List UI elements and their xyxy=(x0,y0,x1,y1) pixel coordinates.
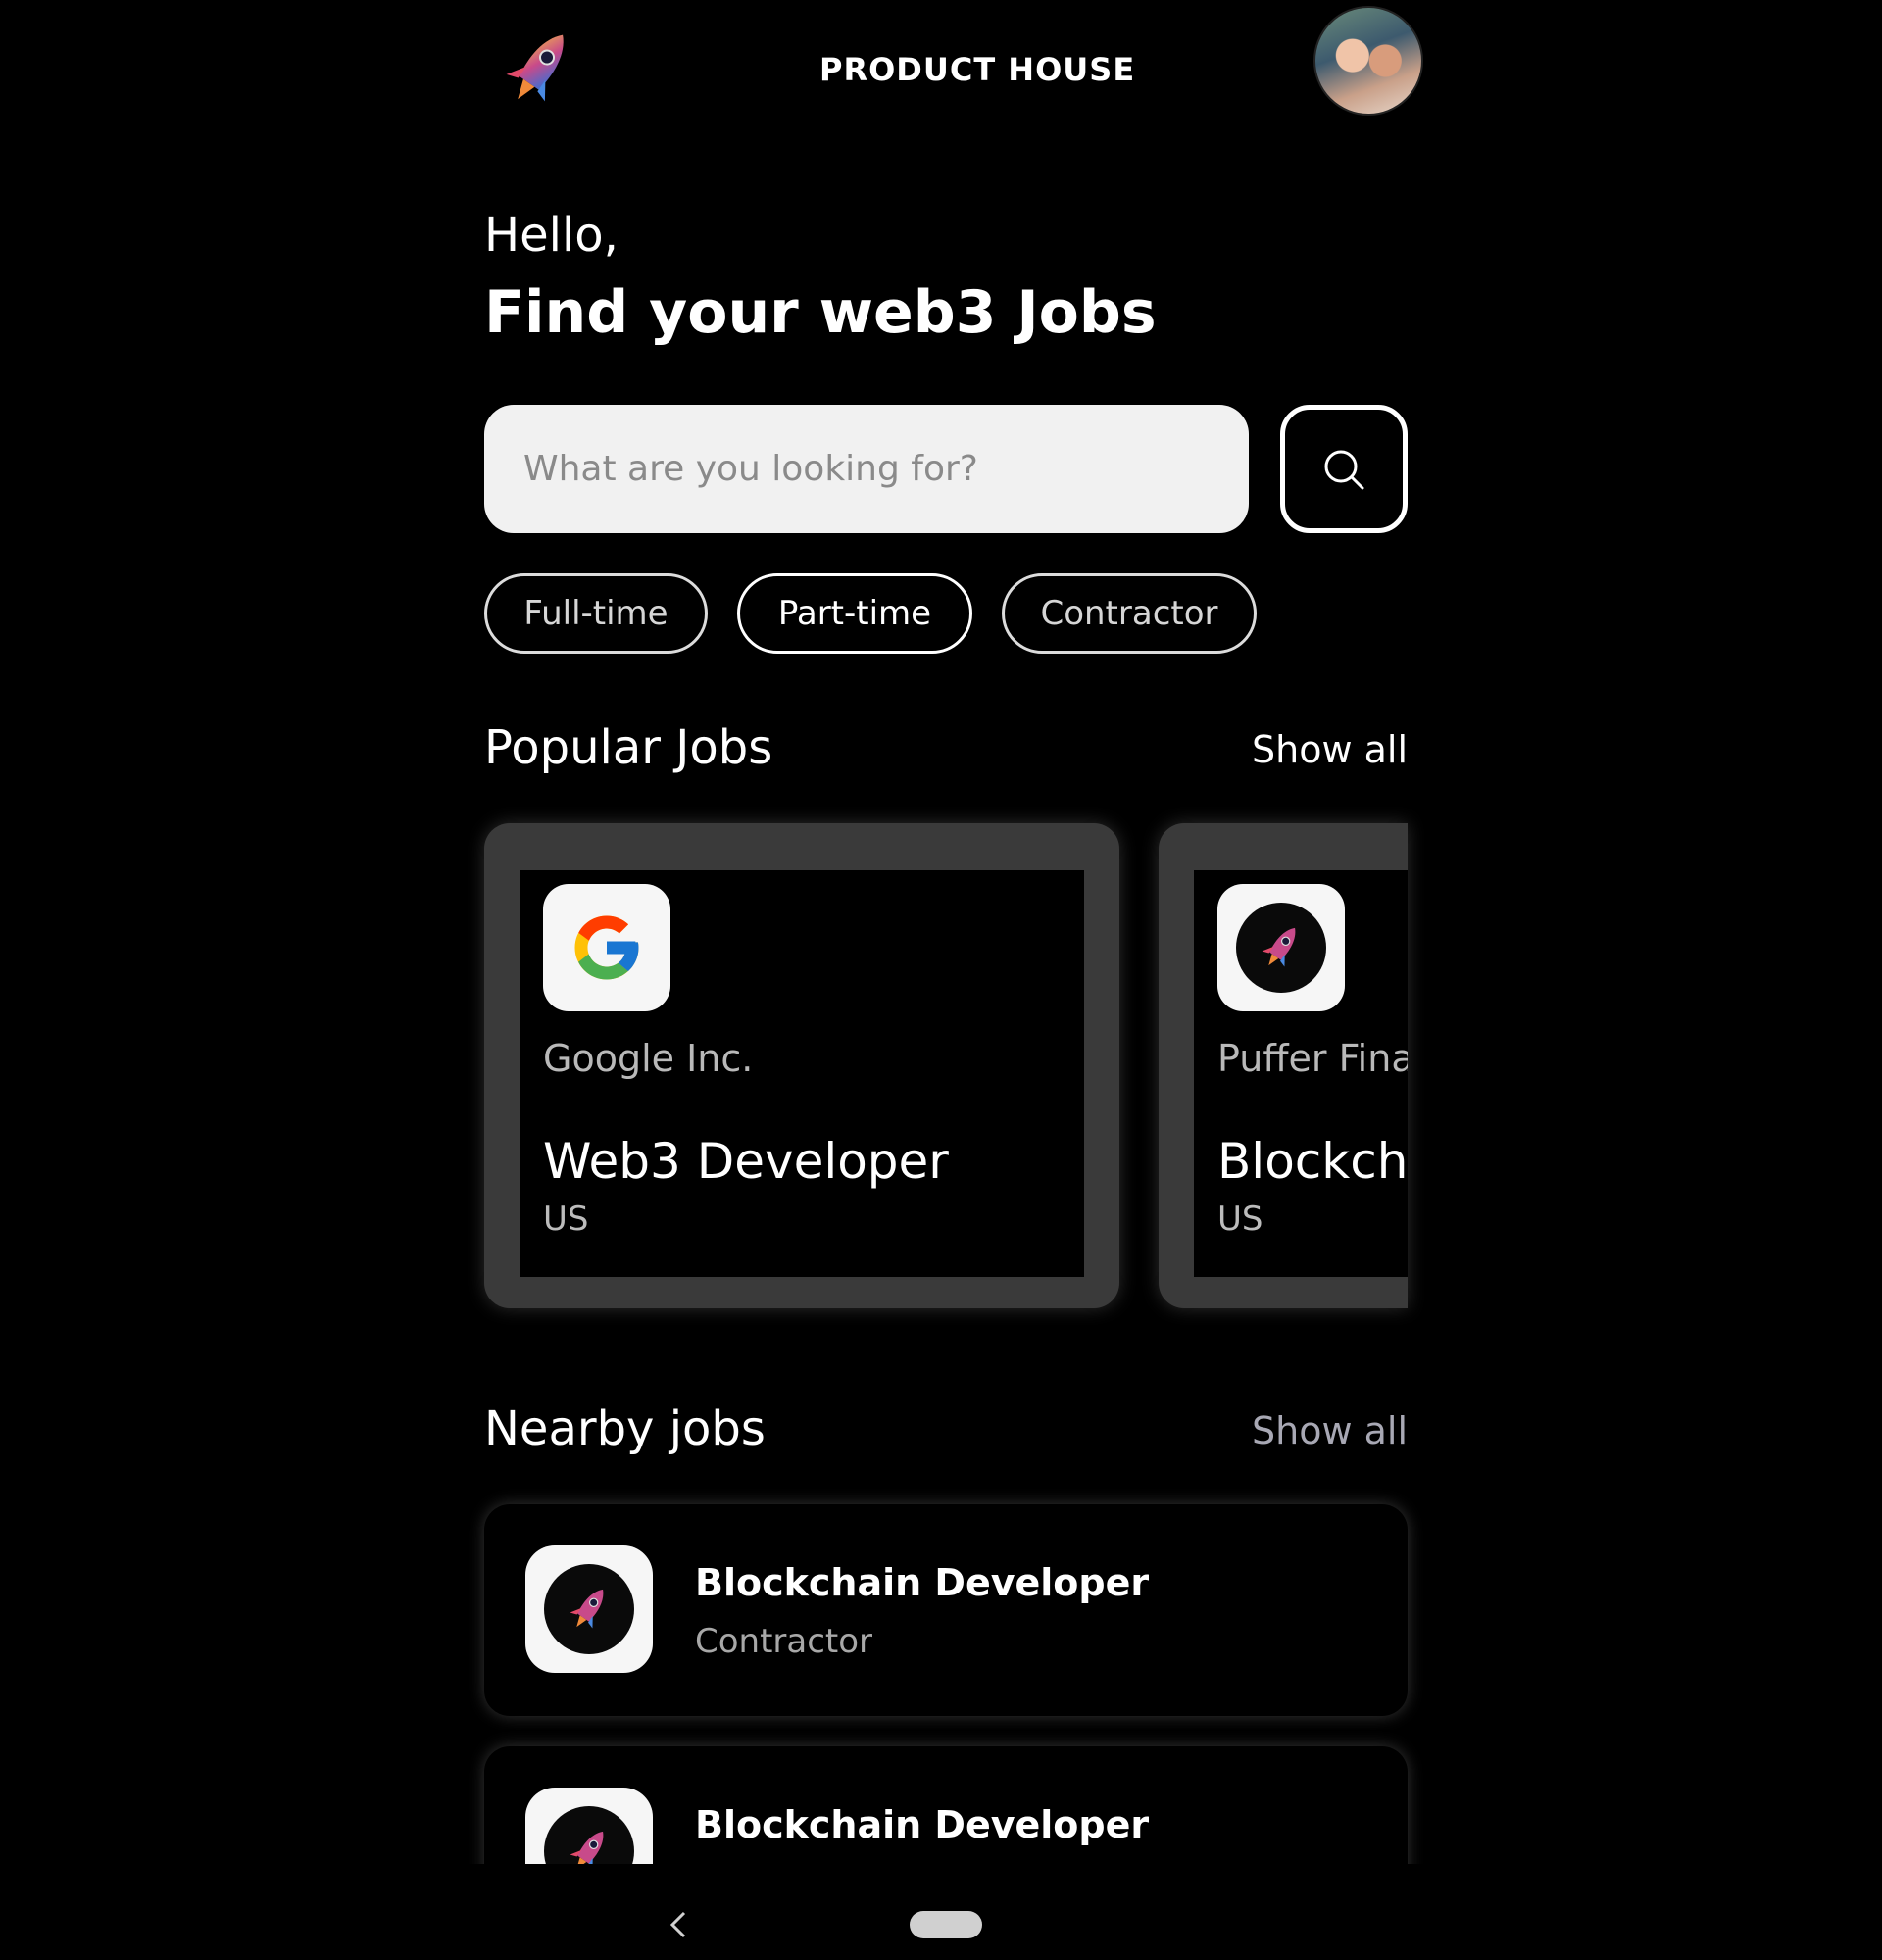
rocket-logo-icon xyxy=(525,1545,653,1673)
rocket-logo-icon[interactable] xyxy=(500,22,578,116)
nearby-job-item[interactable]: Blockchain Developer Contractor xyxy=(484,1504,1408,1716)
company-name: Puffer Fina xyxy=(1217,1037,1408,1080)
job-location: US xyxy=(1217,1200,1263,1239)
popular-job-card-body: Google Inc. Web3 Developer US xyxy=(520,870,1084,1277)
job-title: Blockchain Developer xyxy=(695,1803,1150,1846)
filter-chip-contractor[interactable]: Contractor xyxy=(1002,573,1257,654)
rocket-logo-icon xyxy=(1217,884,1345,1011)
search-icon xyxy=(1324,450,1364,489)
home-pill-icon[interactable] xyxy=(910,1911,982,1938)
back-chevron-icon[interactable] xyxy=(667,1907,690,1942)
popular-jobs-title: Popular Jobs xyxy=(484,720,773,775)
filter-chip-part-time[interactable]: Part-time xyxy=(737,573,972,654)
company-name: Google Inc. xyxy=(543,1037,754,1080)
popular-job-card[interactable]: Google Inc. Web3 Developer US xyxy=(484,823,1119,1308)
greeting-text: Hello, xyxy=(484,208,619,263)
popular-job-card[interactable]: Puffer Fina Blockch US xyxy=(1159,823,1408,1308)
search-input[interactable] xyxy=(484,405,1249,533)
job-title: Blockchain Developer xyxy=(695,1561,1150,1604)
search-button[interactable] xyxy=(1280,405,1408,533)
page-headline: Find your web3 Jobs xyxy=(484,278,1157,347)
nearby-show-all-link[interactable]: Show all xyxy=(1252,1409,1408,1452)
filter-chip-full-time[interactable]: Full-time xyxy=(484,573,708,654)
job-type: Contractor xyxy=(695,1622,873,1661)
nearby-jobs-title: Nearby jobs xyxy=(484,1401,766,1456)
popular-job-card-body: Puffer Fina Blockch US xyxy=(1194,870,1408,1277)
google-logo-icon xyxy=(543,884,670,1011)
job-title: Blockch xyxy=(1217,1133,1408,1190)
job-location: US xyxy=(543,1200,589,1239)
app-title: PRODUCT HOUSE xyxy=(819,51,1136,88)
popular-show-all-link[interactable]: Show all xyxy=(1252,728,1408,771)
job-title: Web3 Developer xyxy=(543,1133,949,1190)
user-avatar[interactable] xyxy=(1313,6,1423,116)
